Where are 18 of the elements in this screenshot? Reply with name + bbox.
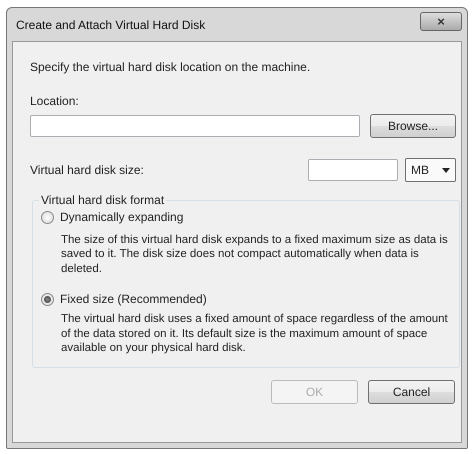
caret-icon — [442, 168, 450, 172]
window-title: Create and Attach Virtual Hard Disk — [16, 16, 206, 34]
size-label: Virtual hard disk size: — [30, 162, 145, 179]
close-button[interactable]: × — [420, 12, 462, 31]
location-label: Location: — [30, 93, 80, 110]
instruction-text: Specify the virtual hard disk location on the machine. — [30, 59, 312, 76]
radio-button[interactable] — [41, 210, 54, 224]
radio-button[interactable] — [41, 292, 54, 306]
cancel-button[interactable]: Cancel — [368, 380, 455, 404]
radio-option[interactable]: Fixed size (Recommended) — [41, 290, 207, 308]
option-description: The virtual hard disk uses a fixed amount of space regardless of the amount of the data stored on it. Its default size is the maximum amount of space available on your physical hard disk. — [60, 312, 449, 356]
location-field[interactable] — [30, 115, 360, 137]
unit-dropdown[interactable]: MB — [405, 158, 456, 182]
size-field[interactable] — [308, 159, 398, 181]
group-title: Virtual hard disk format — [40, 194, 166, 206]
browse-button[interactable]: Browse... — [370, 114, 456, 138]
option-description: The size of this virtual hard disk expands to a fixed maximum size as data is saved to it. The disk size does not compact automatically when data is deleted. — [60, 233, 449, 276]
radio-option[interactable]: Dynamically expanding — [41, 208, 184, 226]
